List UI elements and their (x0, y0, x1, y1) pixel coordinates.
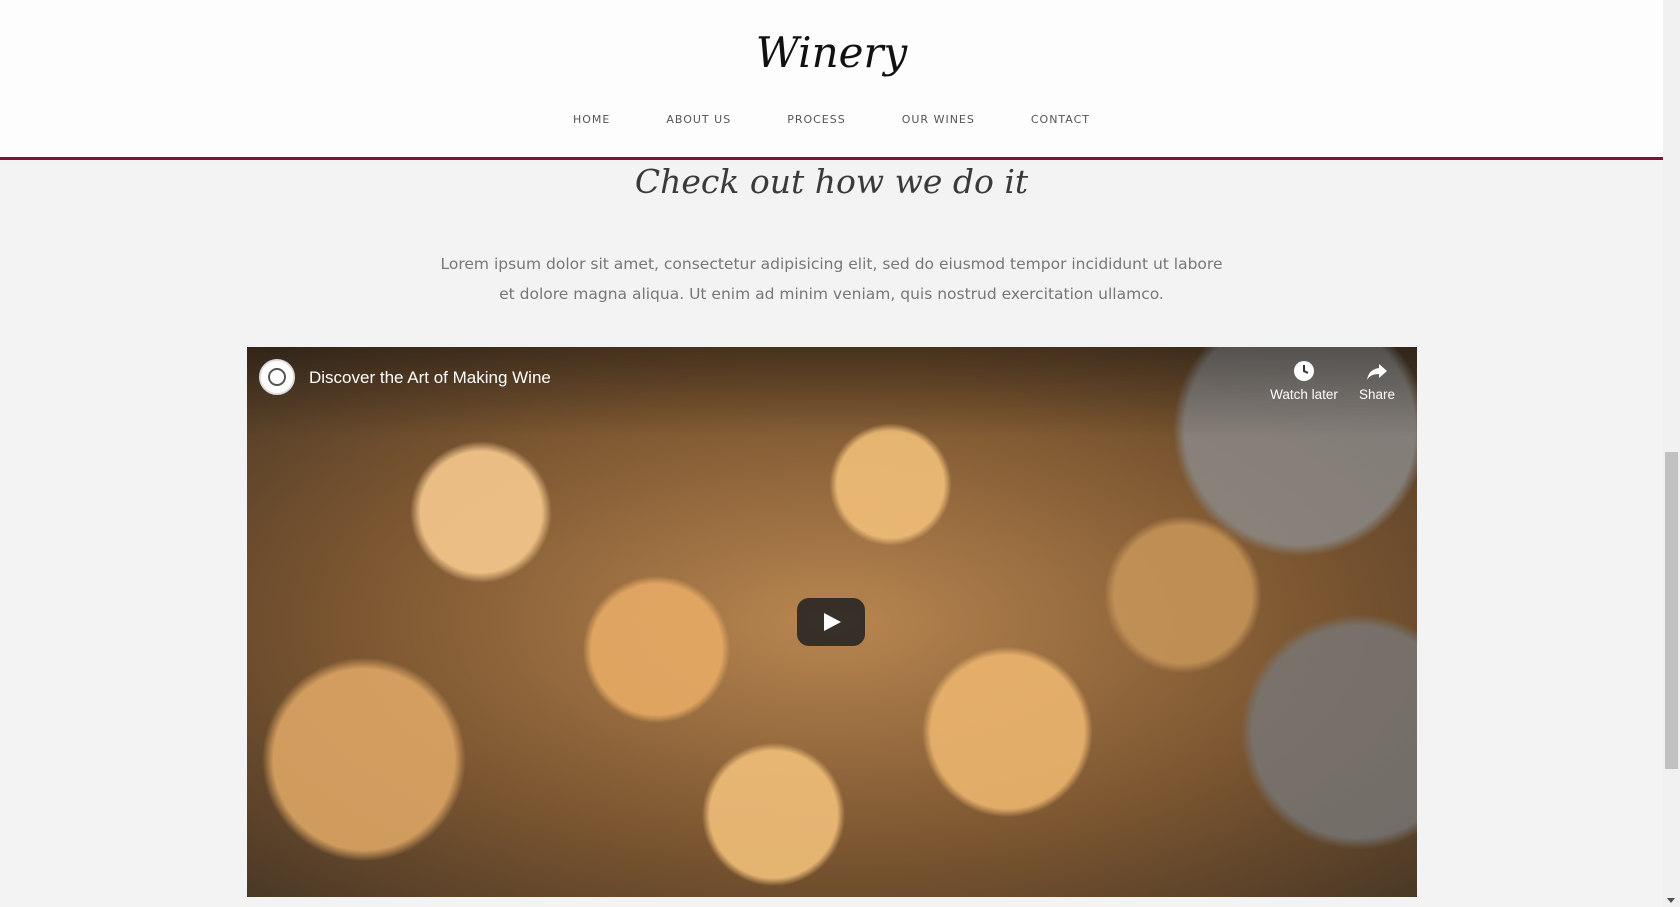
section-description: Lorem ipsum dolor sit amet, consectetur … (440, 255, 1223, 303)
section-title: Check out how we do it (634, 162, 1029, 201)
page-scrollbar[interactable] (1663, 0, 1680, 907)
main-nav: HOME ABOUT US PROCESS OUR WINES CONTACT (0, 113, 1663, 126)
share-label: Share (1358, 387, 1396, 402)
play-button[interactable] (797, 598, 865, 646)
video-player[interactable]: Discover the Art of Making Wine Watch la… (247, 347, 1417, 897)
scroll-down-arrow-icon[interactable] (1667, 898, 1675, 903)
nav-item-about-us[interactable]: ABOUT US (666, 113, 731, 126)
nav-item-contact[interactable]: CONTACT (1031, 113, 1090, 126)
nav-item-our-wines[interactable]: OUR WINES (902, 113, 975, 126)
watch-later-label: Watch later (1270, 387, 1338, 402)
scrollbar-thumb[interactable] (1665, 452, 1678, 769)
share-button[interactable]: Share (1337, 359, 1417, 402)
video-title[interactable]: Discover the Art of Making Wine (309, 368, 551, 388)
nav-item-home[interactable]: HOME (573, 113, 610, 126)
site-header: Winery HOME ABOUT US PROCESS OUR WINES C… (0, 0, 1663, 160)
share-arrow-icon (1367, 364, 1387, 380)
channel-avatar[interactable] (259, 359, 295, 395)
site-logo[interactable]: Winery (0, 28, 1663, 77)
video-top-overlay (247, 347, 1417, 437)
nav-item-process[interactable]: PROCESS (787, 113, 846, 126)
watch-later-button[interactable]: Watch later (1264, 359, 1344, 402)
clock-icon (1294, 361, 1314, 381)
page: Winery HOME ABOUT US PROCESS OUR WINES C… (0, 0, 1663, 907)
